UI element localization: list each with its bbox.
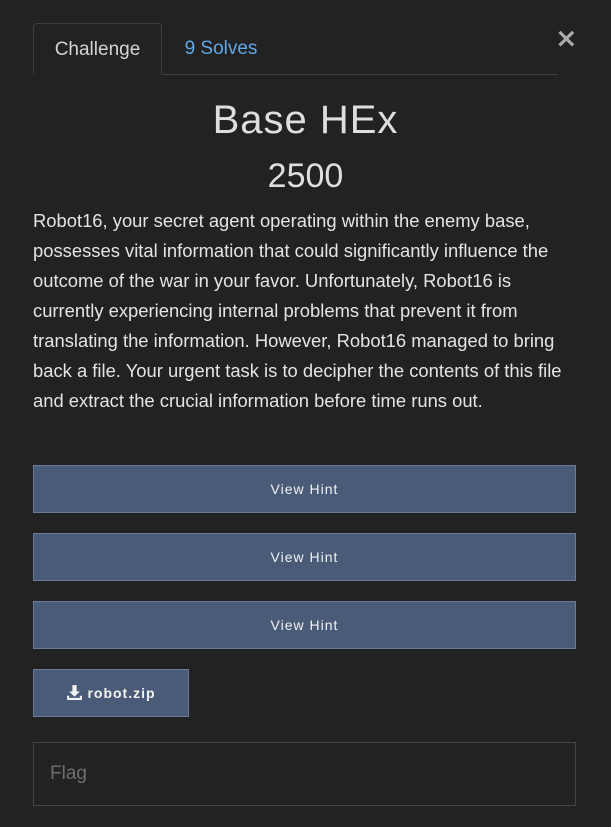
view-hint-button-1[interactable]: View Hint: [33, 465, 576, 513]
close-icon: ×: [555, 23, 578, 54]
view-hint-button-3[interactable]: View Hint: [33, 601, 576, 649]
tab-solves-label: 9 Solves: [184, 38, 258, 59]
view-hint-label: View Hint: [270, 481, 339, 497]
tab-bar: Challenge 9 Solves: [33, 23, 558, 75]
challenge-description: Robot16, your secret agent operating wit…: [33, 210, 562, 411]
download-file-button[interactable]: robot.zip: [33, 669, 189, 717]
view-hint-button-2[interactable]: View Hint: [33, 533, 576, 581]
challenge-modal: × Challenge 9 Solves Base HEx 2500 Robot…: [0, 0, 611, 827]
view-hint-label: View Hint: [270, 617, 339, 633]
view-hint-label: View Hint: [270, 549, 339, 565]
close-button[interactable]: ×: [555, 23, 578, 54]
download-icon: [67, 685, 83, 700]
flag-input[interactable]: [33, 742, 576, 806]
tab-solves[interactable]: 9 Solves: [173, 23, 269, 75]
challenge-name: Base HEx: [212, 98, 399, 142]
tab-challenge-label: Challenge: [54, 39, 141, 60]
challenge-value: 2500: [267, 157, 344, 195]
file-name: robot.zip: [87, 685, 156, 701]
tab-challenge[interactable]: Challenge: [33, 23, 162, 75]
